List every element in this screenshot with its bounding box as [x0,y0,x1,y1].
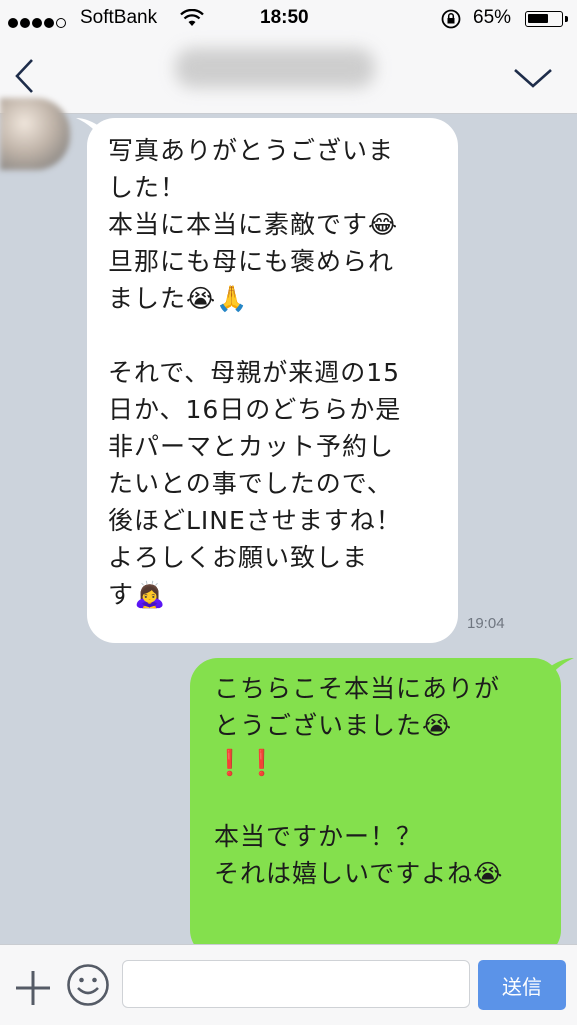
incoming-message-bubble[interactable]: 写真ありがとうございま した！ 本当に本当に素敵です😂 旦那にも母にも褒められ … [87,118,458,643]
wifi-icon [180,8,204,33]
signal-strength-icon [8,12,68,34]
plus-icon[interactable] [14,969,52,1011]
battery-percent: 65% [473,7,512,28]
carrier-name: SoftBank [80,7,158,28]
clock: 18:50 [260,7,309,28]
chevron-left-icon[interactable] [10,56,40,100]
chat-title-blurred [175,48,375,88]
battery-icon [525,11,563,27]
message-text: 写真ありがとうございま した！ 本当に本当に素敵です😂 旦那にも母にも褒められ … [108,136,402,609]
send-button[interactable]: 送信 [478,960,566,1010]
avatar[interactable] [0,98,70,170]
smile-icon[interactable] [66,963,110,1011]
rotation-lock-icon [440,8,462,36]
outgoing-message-bubble[interactable]: こちらこそ本当にありが とうございました😭 ❗❗ 本当ですかー！？ それは嬉しい… [190,658,561,958]
message-input[interactable] [122,960,470,1008]
chat-header [0,38,577,114]
message-input-bar: 送信 [0,944,577,1025]
status-bar: SoftBank 18:50 65% [0,0,577,38]
chevron-down-icon[interactable] [512,66,554,94]
message-text: こちらこそ本当にありが とうございました😭 ❗❗ 本当ですかー！？ それは嬉しい… [214,674,504,888]
message-timestamp: 19:04 [467,615,505,632]
